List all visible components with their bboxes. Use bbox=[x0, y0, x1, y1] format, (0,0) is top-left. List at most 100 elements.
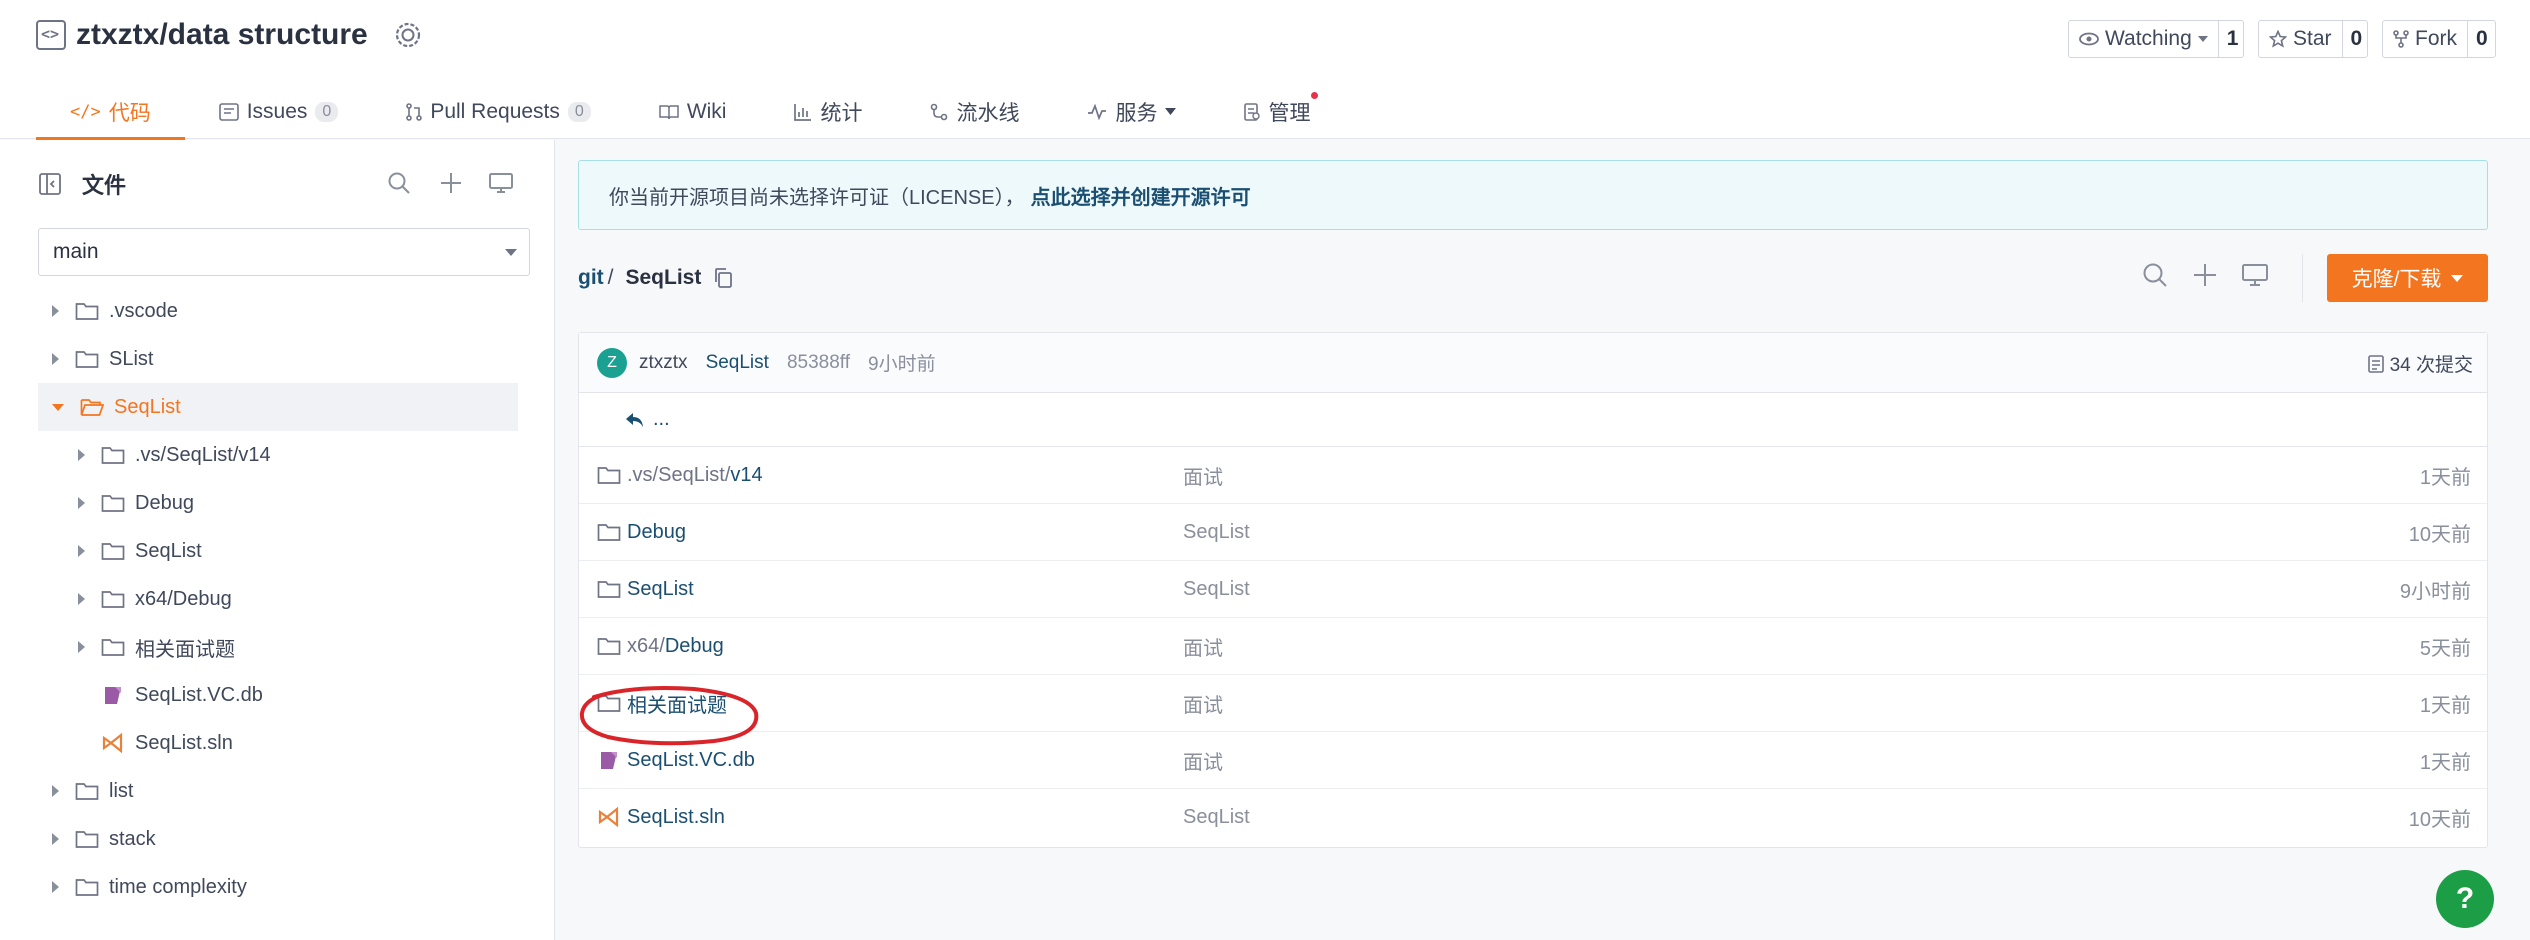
tree-item-vc-db[interactable]: SeqList.VC.db bbox=[38, 671, 518, 719]
file-name[interactable]: SeqList.sln bbox=[627, 806, 725, 828]
file-name-link[interactable]: SeqList.VC.db bbox=[627, 749, 755, 772]
tab-pipeline[interactable]: 流水线 bbox=[896, 84, 1053, 139]
tab-manage[interactable]: 管理 bbox=[1210, 84, 1344, 139]
file-name[interactable]: SeqList.VC.db bbox=[627, 749, 755, 771]
create-license-link[interactable]: 点此选择并创建开源许可 bbox=[1031, 181, 1251, 210]
tab-issues[interactable]: Issues 0 bbox=[185, 84, 373, 139]
folder-icon bbox=[597, 638, 621, 655]
chevron-right-icon[interactable] bbox=[52, 353, 59, 365]
tree-item-label: list bbox=[109, 779, 134, 802]
breadcrumb-root[interactable]: git bbox=[578, 266, 604, 290]
chevron-right-icon[interactable] bbox=[78, 545, 85, 557]
repo-title[interactable]: ztxztx/data structure bbox=[76, 14, 368, 56]
chevron-right-icon[interactable] bbox=[52, 785, 59, 797]
file-name[interactable]: SeqList bbox=[627, 578, 694, 600]
avatar[interactable]: Z bbox=[597, 347, 627, 378]
file-commit-message[interactable]: 面试 bbox=[1183, 689, 1223, 718]
award-badge-icon[interactable] bbox=[392, 20, 424, 52]
tree-item-seqlist[interactable]: SeqList bbox=[38, 383, 518, 431]
commit-message[interactable]: SeqList bbox=[706, 352, 769, 374]
tab-stats[interactable]: 统计 bbox=[760, 84, 896, 139]
file-name-link[interactable]: Debug bbox=[627, 521, 686, 544]
star-count[interactable]: 0 bbox=[2341, 21, 2371, 57]
copy-icon[interactable] bbox=[713, 267, 733, 289]
stats-icon bbox=[794, 103, 812, 121]
chevron-right-icon[interactable] bbox=[78, 449, 85, 461]
tab-label: 流水线 bbox=[956, 101, 1020, 125]
parent-directory-row[interactable]: ... bbox=[579, 393, 2487, 447]
search-icon[interactable] bbox=[2140, 260, 2170, 290]
tree-item-vscode[interactable]: .vscode bbox=[38, 287, 518, 335]
tab-pull-requests[interactable]: Pull Requests 0 bbox=[372, 84, 624, 139]
file-path-prefix[interactable]: .vs/SeqList/ bbox=[627, 464, 730, 486]
repo-header: ztxztx/data structure Watching 1 Star 0 … bbox=[0, 0, 2530, 140]
commit-author[interactable]: ztxztx bbox=[639, 352, 688, 374]
clone-download-button[interactable]: 克隆/下载 bbox=[2327, 254, 2488, 302]
tab-label: 统计 bbox=[820, 101, 863, 125]
file-name-link[interactable]: .vs/SeqList/v14 bbox=[627, 464, 763, 487]
commit-time: 9小时前 bbox=[868, 354, 936, 375]
watch-count[interactable]: 1 bbox=[2217, 21, 2247, 57]
tree-item-list[interactable]: list bbox=[38, 767, 518, 815]
folder-icon bbox=[597, 467, 621, 484]
file-commit-message[interactable]: 面试 bbox=[1183, 461, 1223, 490]
tab-code[interactable]: </> 代码 bbox=[36, 84, 185, 140]
tree-item-label: SeqList bbox=[114, 395, 181, 418]
issues-count-badge: 0 bbox=[315, 101, 339, 122]
tree-item-time-complexity[interactable]: time complexity bbox=[38, 863, 518, 911]
tree-item-seqlist-sub[interactable]: SeqList bbox=[38, 527, 518, 575]
fork-icon bbox=[2393, 30, 2409, 48]
chevron-right-icon[interactable] bbox=[52, 881, 59, 893]
tab-wiki[interactable]: Wiki bbox=[625, 84, 761, 139]
parent-directory-link[interactable]: ... bbox=[653, 408, 670, 431]
chevron-right-icon[interactable] bbox=[52, 833, 59, 845]
file-name-link[interactable]: x64/Debug bbox=[627, 635, 724, 658]
file-name[interactable]: v14 bbox=[730, 464, 762, 486]
tree-item-vs-seqlist-v14[interactable]: .vs/SeqList/v14 bbox=[38, 431, 518, 479]
collapse-sidebar-icon[interactable] bbox=[38, 172, 62, 196]
file-commit-message[interactable]: SeqList bbox=[1183, 578, 1250, 601]
commit-sha[interactable]: 85388ff bbox=[787, 352, 850, 374]
file-name[interactable]: Debug bbox=[627, 521, 686, 543]
chevron-right-icon[interactable] bbox=[78, 593, 85, 605]
file-commit-message[interactable]: SeqList bbox=[1183, 806, 1250, 829]
add-file-icon[interactable] bbox=[2190, 260, 2220, 290]
file-path-prefix[interactable]: x64/ bbox=[627, 635, 665, 657]
file-commit-message[interactable]: 面试 bbox=[1183, 632, 1223, 661]
file-commit-message[interactable]: SeqList bbox=[1183, 521, 1250, 544]
tree-item-sln[interactable]: SeqList.sln bbox=[38, 719, 518, 767]
tree-item-label: SeqList bbox=[135, 539, 202, 562]
tree-item-slist[interactable]: SList bbox=[38, 335, 518, 383]
file-row: x64/Debug 面试 5天前 bbox=[579, 618, 2487, 675]
star-button[interactable]: Star 0 bbox=[2258, 20, 2368, 58]
fork-button[interactable]: Fork 0 bbox=[2382, 20, 2496, 58]
tree-item-interview[interactable]: 相关面试题 bbox=[38, 623, 518, 671]
web-ide-icon[interactable] bbox=[2240, 260, 2270, 290]
chevron-right-icon[interactable] bbox=[78, 641, 85, 653]
tab-service[interactable]: 服务 bbox=[1053, 84, 1210, 139]
tree-item-x64-debug[interactable]: x64/Debug bbox=[38, 575, 518, 623]
watch-label: Watching bbox=[2105, 27, 2192, 50]
branch-select[interactable]: main bbox=[38, 228, 530, 276]
file-row: Debug SeqList 10天前 bbox=[579, 504, 2487, 561]
watch-button[interactable]: Watching 1 bbox=[2068, 20, 2244, 58]
pipeline-icon bbox=[931, 103, 948, 120]
web-ide-icon[interactable] bbox=[488, 170, 514, 196]
fork-count[interactable]: 0 bbox=[2467, 21, 2496, 57]
manage-icon bbox=[1244, 102, 1261, 121]
license-notice: 你当前开源项目尚未选择许可证（LICENSE）， 点此选择并创建开源许可 bbox=[578, 160, 2488, 230]
commit-count-link[interactable]: 34 次提交 bbox=[2367, 350, 2473, 377]
add-file-icon[interactable] bbox=[438, 170, 464, 196]
chevron-down-icon[interactable] bbox=[52, 403, 64, 411]
search-icon[interactable] bbox=[386, 170, 412, 196]
chevron-right-icon[interactable] bbox=[52, 305, 59, 317]
help-button[interactable]: ? bbox=[2436, 870, 2494, 928]
file-name-link[interactable]: SeqList.sln bbox=[627, 806, 725, 829]
tree-item-stack[interactable]: stack bbox=[38, 815, 518, 863]
chevron-right-icon[interactable] bbox=[78, 497, 85, 509]
file-commit-message[interactable]: 面试 bbox=[1183, 746, 1223, 775]
file-name-link[interactable]: SeqList bbox=[627, 578, 694, 601]
file-name[interactable]: Debug bbox=[665, 635, 724, 657]
tree-item-debug[interactable]: Debug bbox=[38, 479, 518, 527]
tree-item-label: 相关面试题 bbox=[135, 638, 235, 661]
